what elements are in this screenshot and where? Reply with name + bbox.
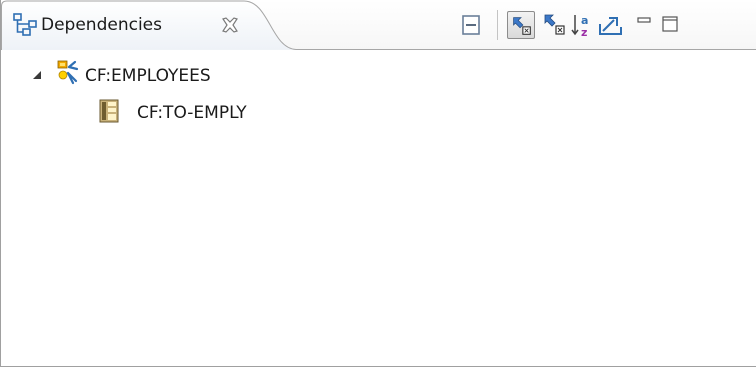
maximize-icon[interactable]	[657, 11, 685, 39]
close-icon[interactable]	[219, 14, 241, 36]
tab-strip: Dependencies a z	[1, 0, 756, 50]
show-callers-icon[interactable]	[507, 11, 535, 39]
tab-title[interactable]: Dependencies	[41, 13, 162, 37]
dependencies-view: Dependencies a z CF:EMPLOYEES CF:TO-EMPL…	[0, 0, 756, 367]
expanded-triangle-icon[interactable]	[31, 69, 43, 81]
tree-node-child[interactable]: CF:TO-EMPLY	[137, 99, 247, 127]
tree-node-root[interactable]: CF:EMPLOYEES	[85, 62, 211, 90]
export-icon[interactable]	[597, 11, 625, 39]
data-node-icon	[57, 60, 79, 85]
show-callees-icon[interactable]	[541, 11, 569, 39]
tree-node-label: CF:EMPLOYEES	[85, 66, 211, 86]
table-icon	[99, 99, 119, 123]
minimize-icon[interactable]	[631, 11, 659, 39]
toolbar-separator	[497, 10, 498, 40]
svg-text:z: z	[581, 26, 587, 39]
collapse-all-icon[interactable]	[457, 11, 485, 39]
tree-node-label: CF:TO-EMPLY	[137, 103, 247, 123]
sort-az-icon[interactable]: a z	[569, 11, 597, 39]
hierarchy-icon	[13, 13, 37, 36]
